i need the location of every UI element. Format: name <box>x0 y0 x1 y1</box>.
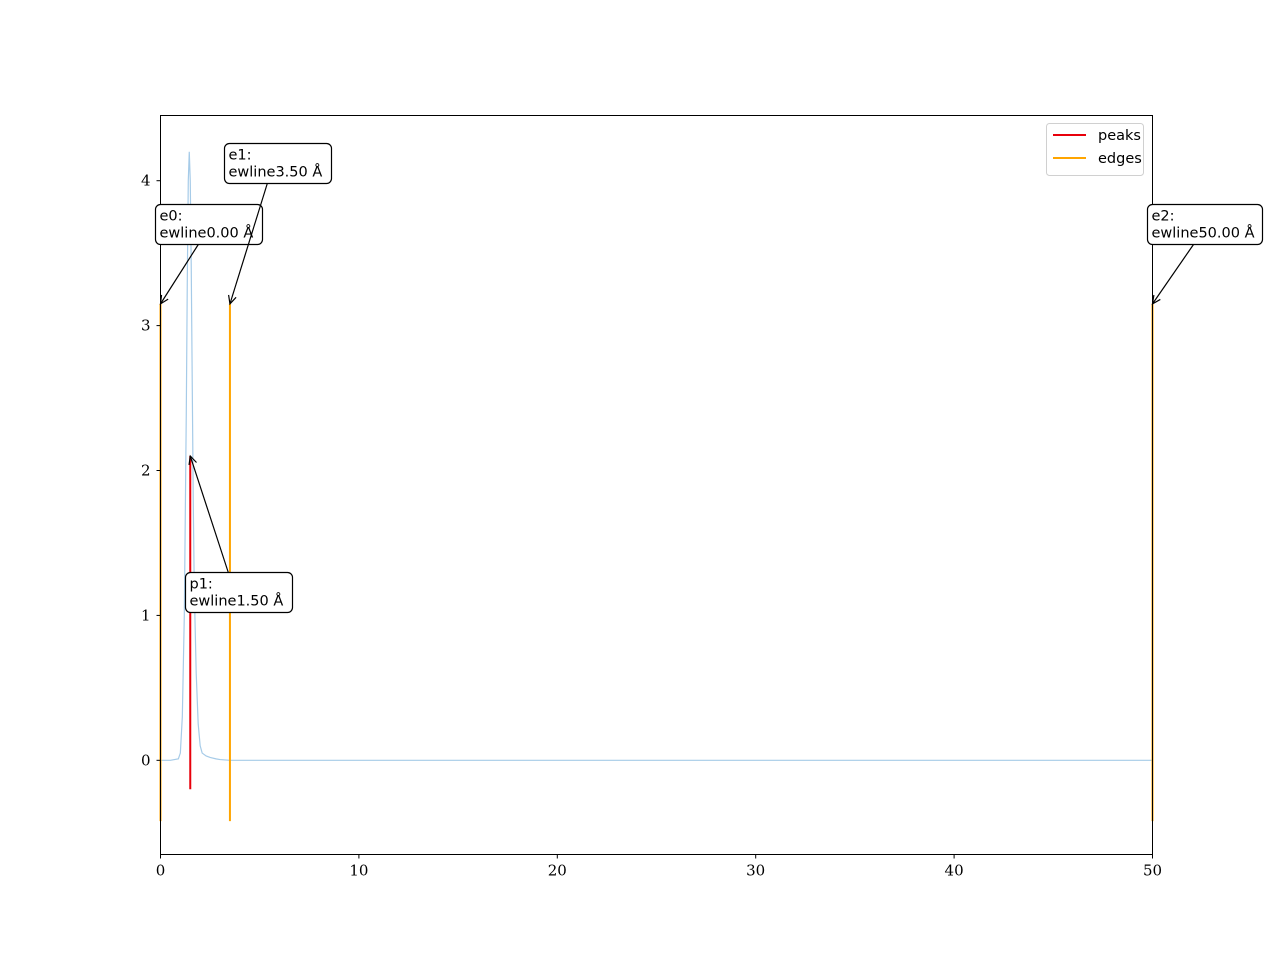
annotation-arrow-p1 <box>189 455 229 573</box>
annotation-value-e0: ewline0.00 Å <box>160 225 254 242</box>
x-tick-label-10: 10 <box>349 862 368 880</box>
axes-frame <box>160 115 1153 855</box>
plot-area <box>159 151 1154 822</box>
y-tick-label-3: 3 <box>141 317 151 335</box>
x-tick-label-0: 0 <box>156 862 166 880</box>
spectrum-line <box>160 151 1153 761</box>
y-tick-label-1: 1 <box>141 606 151 624</box>
x-tick-label-20: 20 <box>548 862 567 880</box>
annotation-e2: e2:ewline50.00 Å <box>1146 203 1264 306</box>
x-tick-label-40: 40 <box>945 862 964 880</box>
annotation-label-e1: e1: <box>229 148 252 164</box>
annotation-label-e0: e0: <box>160 209 183 225</box>
legend-label-peaks: peaks <box>1098 128 1141 144</box>
annotation-arrow-e2 <box>1152 244 1194 305</box>
legend: peaks edges <box>1046 123 1144 176</box>
axis-ticks: 0 10 20 30 40 50 0 1 2 3 4 <box>141 172 1162 880</box>
y-tick-label-4: 4 <box>141 172 151 190</box>
annotation-arrow-e0 <box>159 244 199 305</box>
legend-label-edges: edges <box>1098 151 1142 167</box>
y-tick-label-0: 0 <box>141 751 151 769</box>
annotation-arrowhead-e2 <box>1151 294 1161 306</box>
annotation-value-e2: ewline50.00 Å <box>1152 225 1255 242</box>
annotations: e0:ewline0.00 Å e1:ewline3.50 Å e2:ewline5… <box>154 142 1264 614</box>
y-tick-label-2: 2 <box>141 462 151 480</box>
annotation-label-p1: p1: <box>190 577 213 593</box>
annotation-value-p1: ewline1.50 Å <box>190 593 284 610</box>
annotation-value-e1: ewline3.50 Å <box>229 164 323 181</box>
annotation-label-e2: e2: <box>1152 209 1175 225</box>
annotation-e0: e0:ewline0.00 Å <box>154 203 264 306</box>
annotation-arrowhead-e0 <box>159 294 169 306</box>
x-tick-label-50: 50 <box>1143 862 1162 880</box>
annotation-p1: p1:ewline1.50 Å <box>184 454 294 614</box>
x-tick-label-30: 30 <box>746 862 765 880</box>
chart: 0 10 20 30 40 5001234 e0:ewline0.00 Åe1:ewlin… <box>141 115 1264 880</box>
